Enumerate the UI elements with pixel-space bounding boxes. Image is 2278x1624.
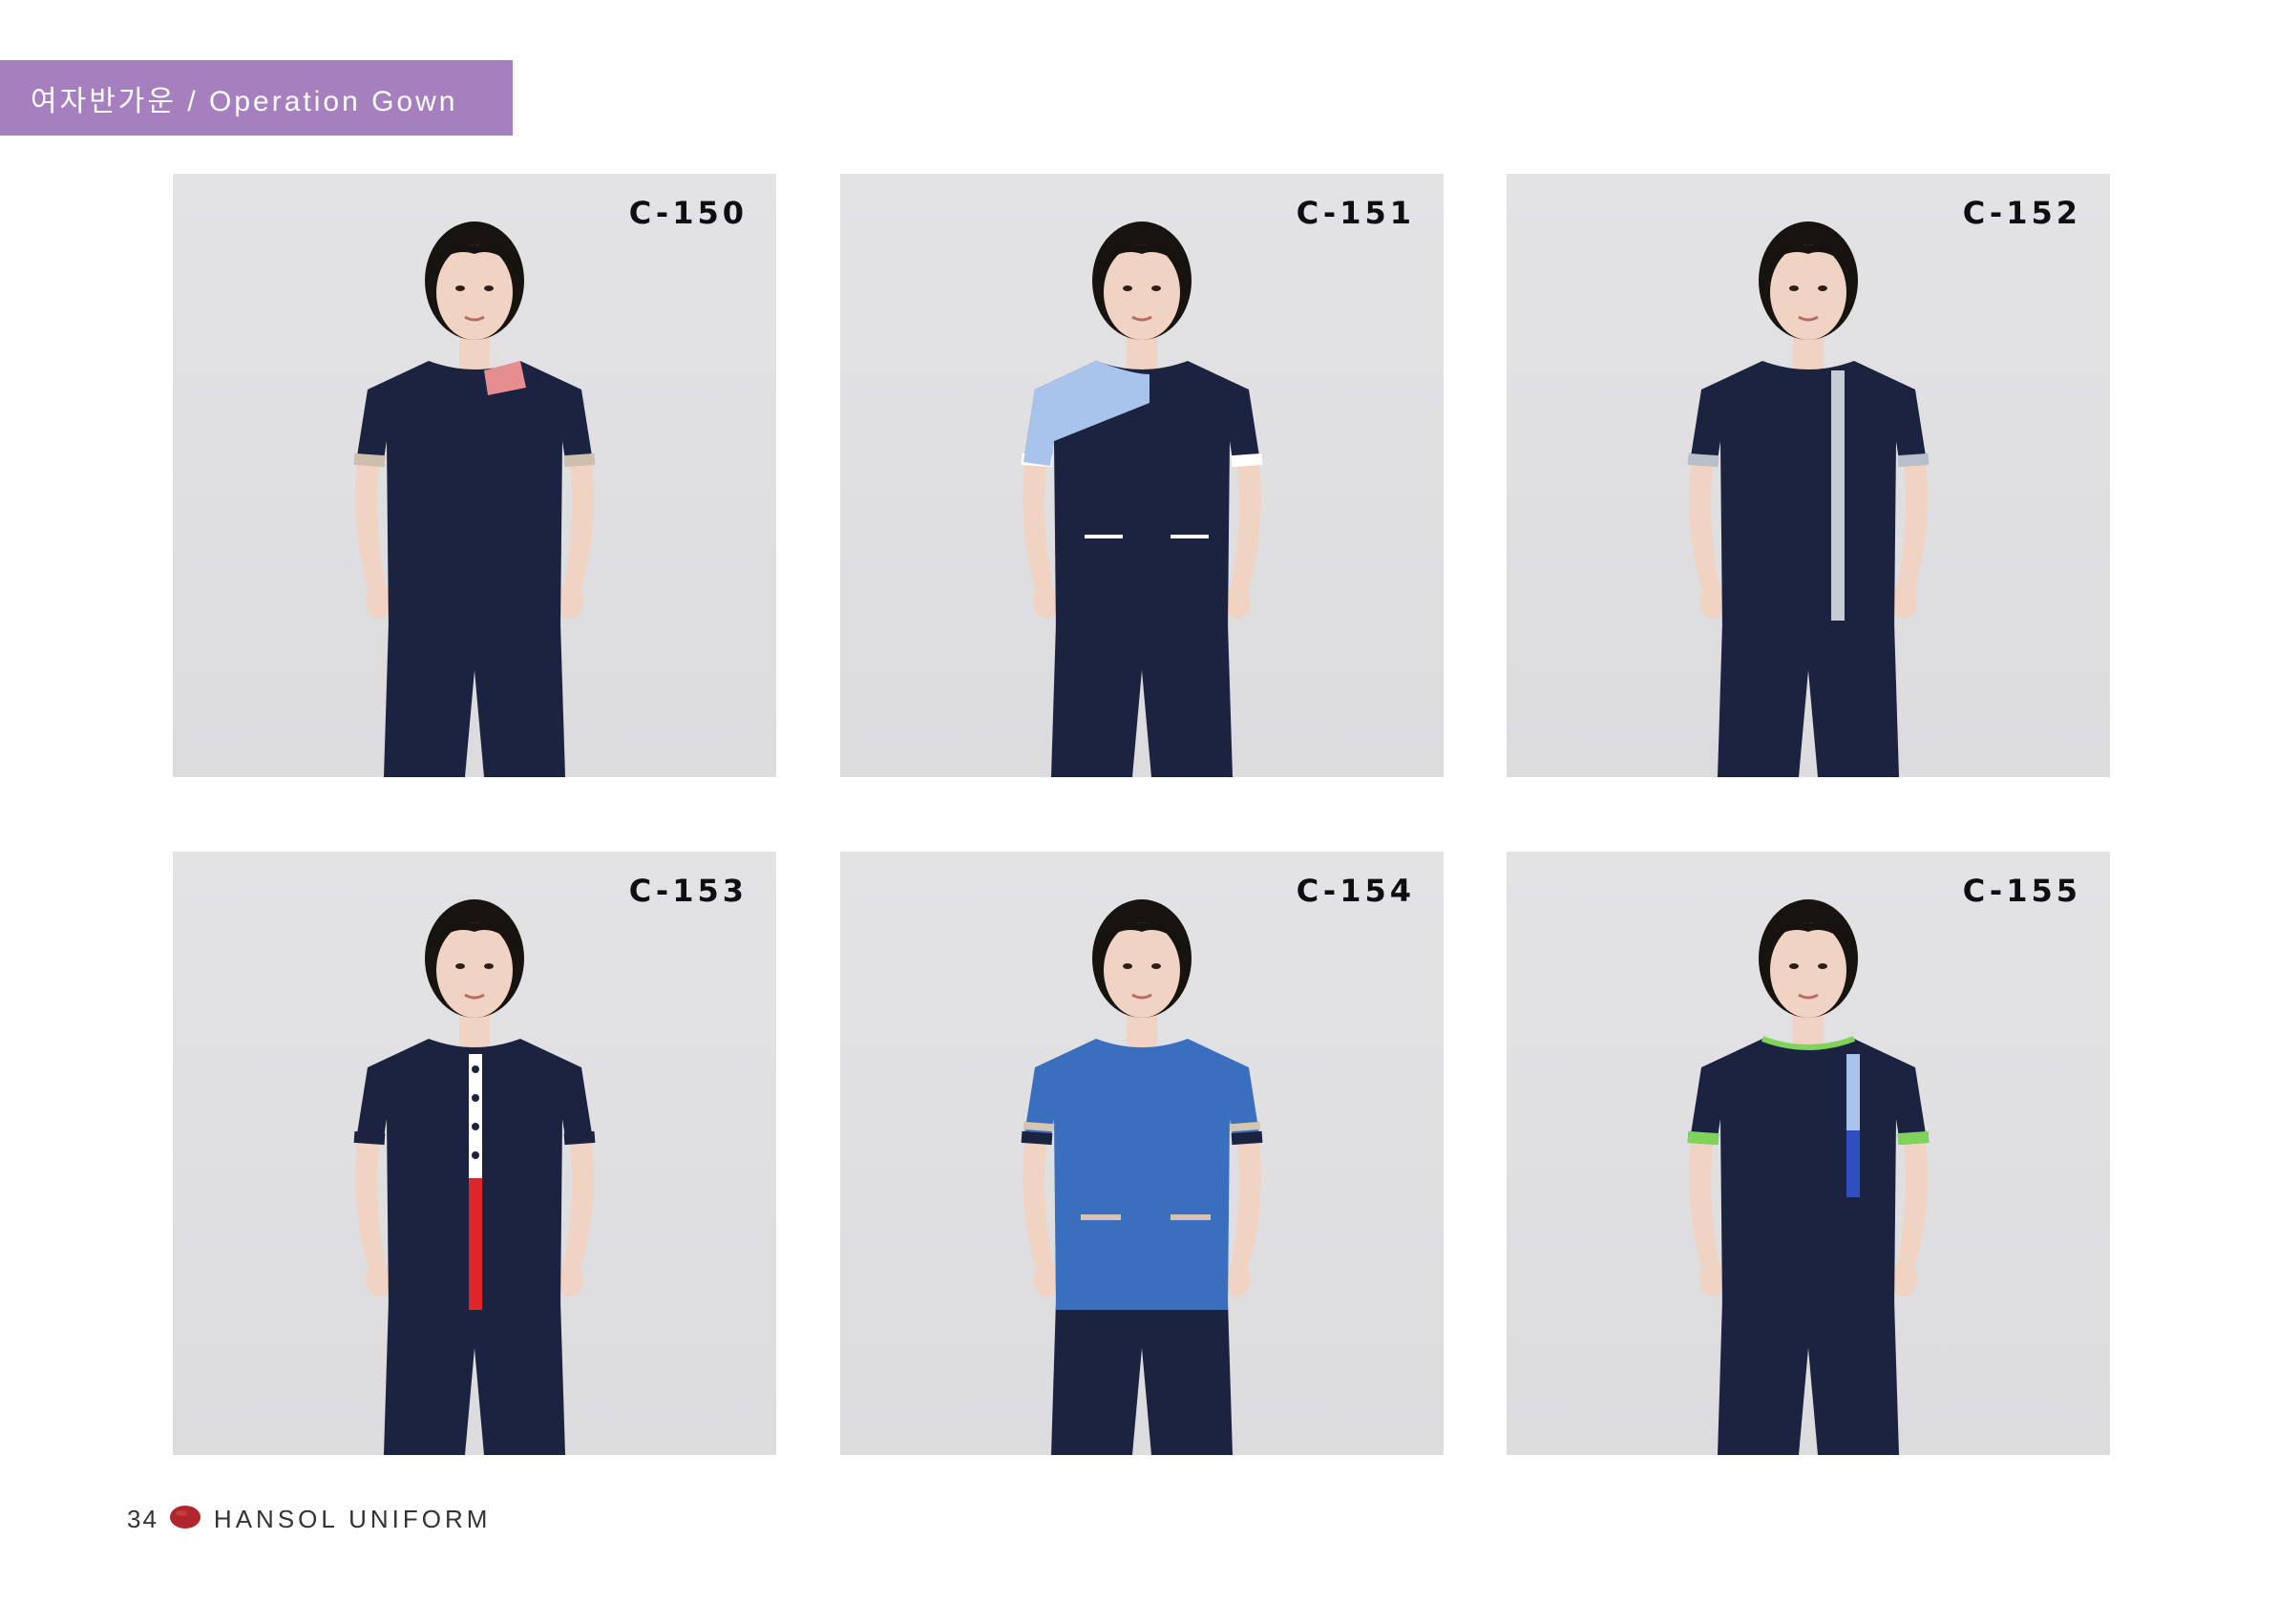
product-code: C-154 xyxy=(1296,873,1415,909)
product-card: C-154 xyxy=(840,852,1444,1455)
product-code: C-155 xyxy=(1962,873,2081,909)
product-code: C-150 xyxy=(628,195,748,231)
product-card: C-155 xyxy=(1507,852,2110,1455)
product-code: C-153 xyxy=(628,873,748,909)
section-title: 여자반가운 / Operation Gown xyxy=(31,85,458,117)
product-card: C-151 xyxy=(840,174,1444,777)
section-header-band: 여자반가운 / Operation Gown xyxy=(0,60,513,136)
model-photo xyxy=(353,899,596,1455)
product-card: C-153 xyxy=(173,852,776,1455)
product-card: C-150 xyxy=(173,174,776,777)
brand-name: HANSOL UNIFORM xyxy=(213,1504,492,1533)
model-photo xyxy=(1687,221,1930,777)
model-photo xyxy=(1021,899,1263,1455)
page-number: 34 xyxy=(127,1504,158,1533)
model-photo xyxy=(1021,221,1263,777)
product-code: C-151 xyxy=(1296,195,1415,231)
page-footer: 34 HANSOL UNIFORM xyxy=(127,1502,491,1536)
product-code: C-152 xyxy=(1962,195,2081,231)
model-photo xyxy=(1687,899,1930,1455)
product-card: C-152 xyxy=(1507,174,2110,777)
model-photo xyxy=(353,221,596,777)
brand-logo-icon xyxy=(168,1504,202,1535)
